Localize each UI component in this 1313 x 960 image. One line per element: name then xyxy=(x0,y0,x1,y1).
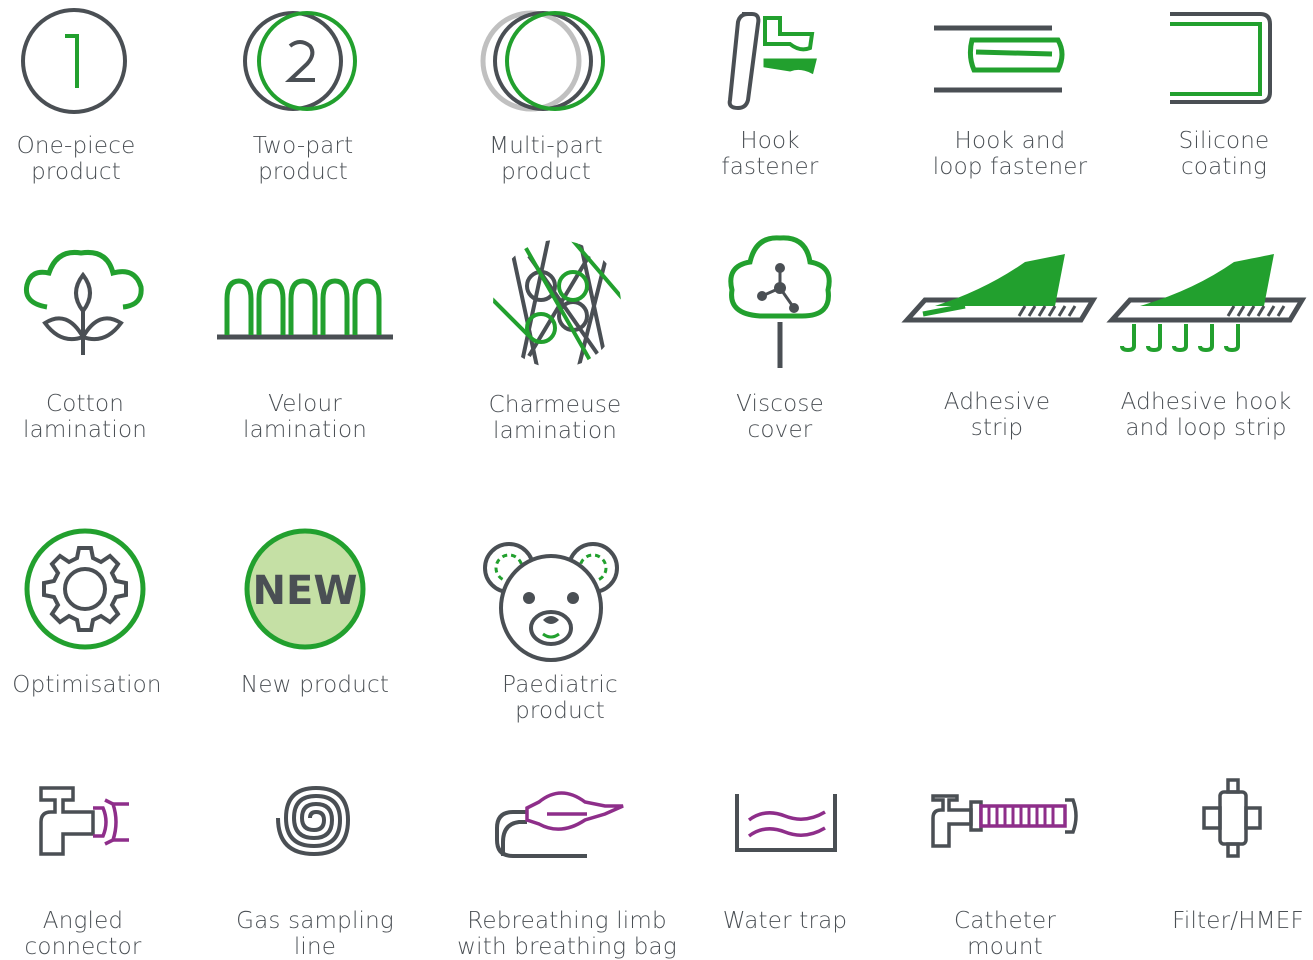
catheter-mount-icon xyxy=(931,794,1078,848)
charmeuse-icon xyxy=(493,240,621,368)
label-two-part: Two-part product xyxy=(252,133,354,185)
new-badge-icon: NEW xyxy=(244,528,366,650)
new-badge-text: NEW xyxy=(253,568,358,614)
circle-two-icon xyxy=(243,11,357,111)
gear-icon xyxy=(24,528,146,650)
teddy-bear-icon xyxy=(483,542,619,662)
label-silicone: Silicone coating xyxy=(1178,128,1270,180)
label-velour: Velour lamination xyxy=(242,391,367,443)
angled-connector-icon xyxy=(39,786,129,856)
hook-loop-fastener-icon xyxy=(934,25,1065,93)
label-paediatric: Paediatric product xyxy=(502,672,618,724)
label-new-product: New product xyxy=(240,672,390,698)
multi-circle-icon xyxy=(480,10,605,112)
spiral-line-icon xyxy=(276,785,351,857)
adhesive-strip-icon xyxy=(901,254,1098,323)
hook-fastener-icon xyxy=(727,12,817,111)
silicone-coating-icon xyxy=(1170,12,1272,104)
adhesive-hook-loop-icon xyxy=(1106,254,1307,353)
cotton-icon xyxy=(23,249,144,355)
circle-one-icon xyxy=(21,8,127,114)
water-trap-icon xyxy=(735,794,837,852)
label-adhesive-hook-loop: Adhesive hook and loop strip xyxy=(1120,389,1292,441)
breathing-bag-icon xyxy=(495,791,624,858)
filter-icon xyxy=(1202,778,1262,858)
label-gas-line: Gas sampling line xyxy=(236,908,394,960)
label-filter: Filter/HMEF xyxy=(1172,908,1304,934)
label-hook: Hook fastener xyxy=(721,128,819,180)
velour-icon xyxy=(217,278,393,340)
viscose-tree-icon xyxy=(728,235,832,368)
